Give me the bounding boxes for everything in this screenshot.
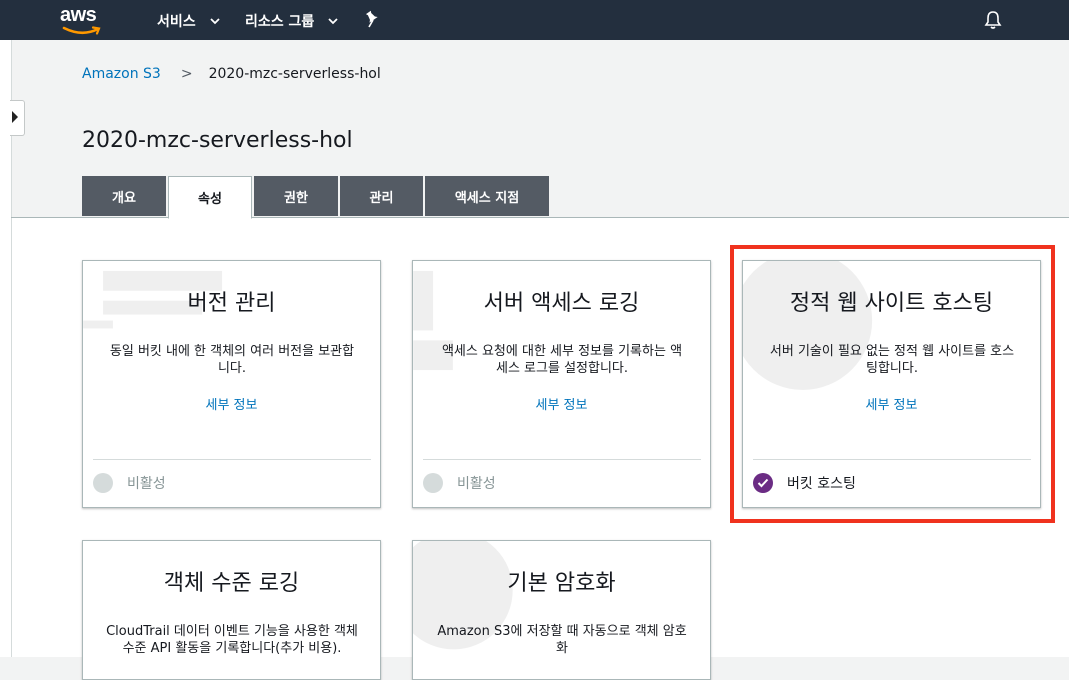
highlight-annotation <box>730 245 1055 523</box>
aws-logo[interactable]: aws <box>60 4 104 36</box>
expand-sidebar-button[interactable] <box>10 100 25 136</box>
pin-icon[interactable] <box>364 9 382 29</box>
top-navigation-bar: aws 서비스 리소스 그룹 <box>0 0 1069 40</box>
status-label: 비활성 <box>127 476 166 492</box>
page-title: 2020-mzc-serverless-hol <box>82 128 353 153</box>
radio-disabled-icon <box>423 473 443 493</box>
card-divider <box>93 459 371 460</box>
chevron-down-icon <box>210 18 220 25</box>
status-indicator[interactable]: 비활성 <box>93 473 166 493</box>
card-divider <box>423 459 701 460</box>
card-description: 동일 버킷 내에 한 객체의 여러 버전을 보관합니다. <box>109 344 355 376</box>
tab-management[interactable]: 관리 <box>340 176 423 216</box>
server-access-logging-card[interactable]: 서버 액세스 로깅 액세스 요청에 대한 세부 정보를 기록하는 액세스 로그를… <box>412 260 711 508</box>
card-title: 버전 관리 <box>187 291 276 316</box>
tab-permissions[interactable]: 권한 <box>254 176 338 216</box>
default-encryption-card[interactable]: 기본 암호화 Amazon S3에 저장할 때 자동으로 객체 암호화 <box>412 540 711 680</box>
breadcrumb-separator: > <box>180 66 193 82</box>
breadcrumb-link-amazon-s3[interactable]: Amazon S3 <box>82 66 161 82</box>
card-title: 객체 수준 로깅 <box>163 571 300 596</box>
radio-disabled-icon <box>93 473 113 493</box>
tab-bar: 개요 속성 권한 관리 액세스 지점 <box>82 176 551 219</box>
caret-right-icon <box>12 111 18 123</box>
card-description: Amazon S3에 저장할 때 자동으로 객체 암호화 <box>437 624 687 656</box>
tab-access-points[interactable]: 액세스 지점 <box>425 176 549 216</box>
card-title: 서버 액세스 로깅 <box>483 291 640 316</box>
bell-icon[interactable] <box>984 10 1002 30</box>
chevron-down-icon <box>328 18 338 25</box>
details-link[interactable]: 세부 정보 <box>83 394 380 413</box>
breadcrumb: Amazon S3 > 2020-mzc-serverless-hol <box>82 66 381 82</box>
details-link[interactable]: 세부 정보 <box>413 394 710 413</box>
versioning-card[interactable]: 버전 관리 동일 버킷 내에 한 객체의 여러 버전을 보관합니다. 세부 정보… <box>82 260 381 508</box>
card-description: CloudTrail 데이터 이벤트 기능을 사용한 객체 수준 API 활동을… <box>106 624 358 656</box>
tab-properties[interactable]: 속성 <box>168 176 252 219</box>
card-description: 액세스 요청에 대한 세부 정보를 기록하는 액세스 로그를 설정합니다. <box>441 344 683 376</box>
tab-overview[interactable]: 개요 <box>82 176 166 216</box>
services-menu-label: 서비스 <box>157 14 196 30</box>
resource-groups-menu[interactable]: 리소스 그룹 <box>245 11 338 31</box>
resource-groups-menu-label: 리소스 그룹 <box>245 14 315 30</box>
aws-logo-text: aws <box>60 4 97 26</box>
object-level-logging-card[interactable]: 객체 수준 로깅 CloudTrail 데이터 이벤트 기능을 사용한 객체 수… <box>82 540 381 680</box>
breadcrumb-current: 2020-mzc-serverless-hol <box>208 66 381 82</box>
globe-watermark-icon <box>413 541 513 650</box>
aws-smile-icon <box>62 26 101 35</box>
card-title: 기본 암호화 <box>507 571 616 596</box>
status-label: 비활성 <box>457 476 496 492</box>
status-indicator[interactable]: 비활성 <box>423 473 496 493</box>
services-menu[interactable]: 서비스 <box>157 11 220 31</box>
